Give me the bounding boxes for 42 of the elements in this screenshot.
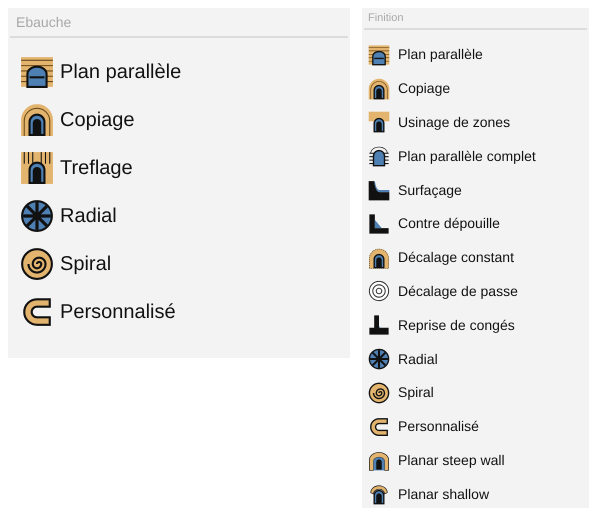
toolpath-item[interactable]: Planar steep wall [364,444,587,478]
toolpath-item[interactable]: Spiral [10,240,348,288]
spiral-icon [20,247,54,281]
toolpath-item[interactable]: Plan parallèle [364,38,587,72]
toolpath-item[interactable]: Radial [364,342,587,376]
arch-wall-icon [368,449,390,472]
toolpath-item[interactable]: Personnalisé [10,288,348,336]
spiral-icon [368,382,390,404]
toolpath-item[interactable]: Radial [10,192,348,240]
toolpath-item[interactable]: Décalage constant [364,240,587,275]
toolpath-item[interactable]: Copiage [10,96,348,144]
radial-toolpath-icon [368,348,390,370]
toolpath-item[interactable]: Usinage de zones [364,106,587,140]
fillet-corner-icon [368,314,390,336]
toolpath-item[interactable]: Plan parallèle complet [364,139,587,174]
radial-toolpath-icon [20,199,54,233]
toolpath-item[interactable]: Surfaçage [364,173,587,207]
c-shape-icon [20,295,54,329]
toolpath-item[interactable]: Plan parallèle [10,48,348,96]
toolpath-item[interactable]: Planar shallow [364,477,587,508]
parallel-toolpath-icon [368,44,390,66]
concentric-circles-icon [368,280,390,302]
toolpath-item[interactable]: Contre dépouille [364,206,587,241]
toolpath-item[interactable]: Copiage [364,72,587,106]
toolpath-item[interactable]: Reprise de congés [364,308,587,342]
arch-contour-icon [368,78,390,100]
toolpath-item[interactable]: Spiral [364,376,587,410]
arch-zone-icon [368,111,390,134]
toolpath-item[interactable]: Treflage [10,144,348,192]
arch-parallel-icon [368,145,390,168]
floor-step-icon [368,179,390,202]
undercut-wall-icon [368,212,390,235]
toolpath-item[interactable]: Décalage de passe [364,274,587,308]
c-shape-icon [368,416,390,438]
toolpath-item[interactable]: Personnalisé [364,410,587,444]
panel-title: Finition [367,10,404,26]
panel-title: Ebauche [15,12,72,32]
arch-contour-icon [20,103,54,137]
arch-cap-icon [368,483,390,506]
arch-offset-icon [368,246,390,269]
plunge-toolpath-icon [20,151,54,185]
parallel-toolpath-icon [20,55,54,89]
